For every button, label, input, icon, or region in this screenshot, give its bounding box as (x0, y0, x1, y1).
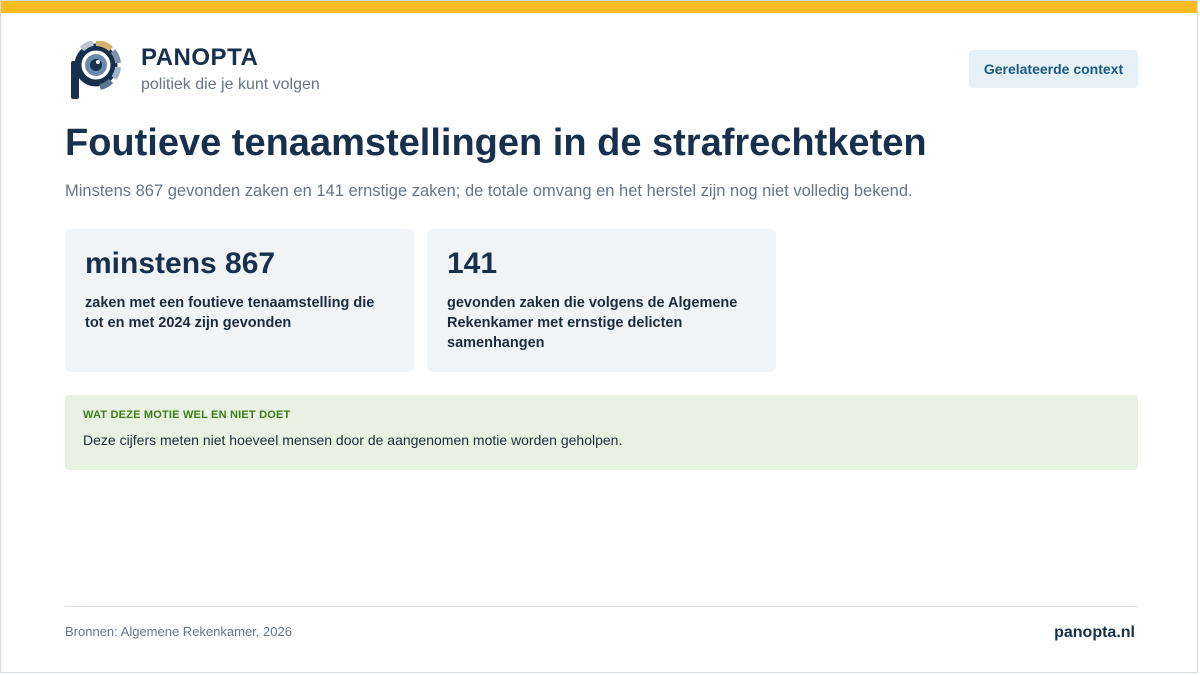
stat-value: 141 (447, 247, 498, 280)
stat-value: minstens 867 (85, 247, 276, 280)
brand-tagline: politiek die je kunt volgen (141, 76, 320, 93)
page-title: Foutieve tenaamstellingen in de strafrec… (65, 122, 927, 164)
footer-divider (65, 606, 1138, 607)
stat-card-cases: minstens 867 zaken met een foutieve tena… (65, 229, 414, 372)
related-context-button[interactable]: Gerelateerde context (969, 50, 1138, 88)
stat-description: gevonden zaken die volgens de Algemene R… (447, 295, 738, 351)
notice-text: Deze cijfers meten niet hoeveel mensen d… (83, 432, 623, 448)
stat-description: zaken met een foutieve tenaamstelling di… (85, 295, 375, 331)
brand-name: PANOPTA (141, 44, 259, 71)
header: PANOPTA politiek die je kunt volgen Gere… (65, 41, 1138, 105)
stat-card-serious-cases: 141 gevonden zaken die volgens de Algeme… (427, 229, 776, 372)
page-subtitle: Minstens 867 gevonden zaken en 141 ernst… (65, 182, 913, 200)
site-link[interactable]: panopta.nl (1054, 624, 1135, 642)
sources-text: Bronnen: Algemene Rekenkamer, 2026 (65, 624, 292, 639)
motion-notice-box: WAT DEZE MOTIE WEL EN NIET DOET Deze cij… (65, 395, 1138, 470)
accent-top-bar (1, 1, 1197, 13)
notice-label: WAT DEZE MOTIE WEL EN NIET DOET (83, 409, 291, 421)
page-frame: PANOPTA politiek die je kunt volgen Gere… (0, 0, 1198, 673)
panopta-logo-icon (71, 41, 121, 99)
